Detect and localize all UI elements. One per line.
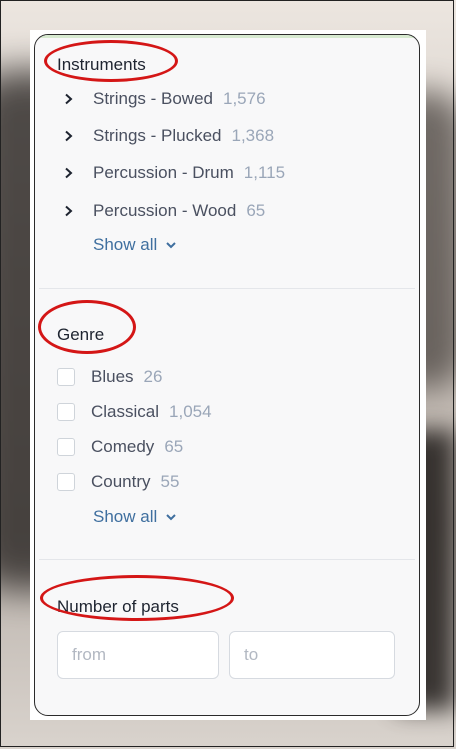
instrument-count: 1,576 [223, 89, 266, 108]
genre-item-comedy[interactable]: Comedy 65 [57, 435, 183, 459]
instrument-item-percussion-wood[interactable]: Percussion - Wood 65 [63, 199, 265, 223]
instrument-item-strings-plucked[interactable]: Strings - Plucked 1,368 [63, 124, 274, 148]
genre-count: 1,054 [169, 402, 212, 421]
chevron-right-icon [65, 205, 73, 217]
instrument-label: Strings - Plucked [93, 126, 222, 145]
genre-item-country[interactable]: Country 55 [57, 470, 179, 494]
genre-item-classical[interactable]: Classical 1,054 [57, 400, 212, 424]
chevron-down-icon [166, 514, 176, 521]
genre-count: 65 [164, 437, 184, 456]
instrument-item-percussion-drum[interactable]: Percussion - Drum 1,115 [63, 161, 285, 185]
section-divider [39, 288, 415, 289]
genre-label: Classical [91, 402, 160, 421]
genre-checkbox[interactable] [57, 403, 75, 421]
genre-count: 26 [143, 367, 163, 386]
instrument-item-strings-bowed[interactable]: Strings - Bowed 1,576 [63, 87, 266, 111]
instrument-count: 1,368 [231, 126, 275, 145]
instruments-title: Instruments [57, 55, 146, 74]
filter-card: Instruments Strings - Bowed 1,576 String… [34, 34, 420, 716]
parts-from-input[interactable] [57, 631, 219, 679]
genre-title: Genre [57, 325, 105, 344]
genre-label: Comedy [91, 437, 155, 456]
parts-to-input[interactable] [229, 631, 395, 679]
chevron-right-icon [65, 93, 73, 105]
top-strip [35, 35, 419, 38]
genre-checkbox[interactable] [57, 473, 75, 491]
instrument-label: Strings - Bowed [93, 89, 213, 108]
instruments-show-all-button[interactable]: Show all [93, 235, 177, 255]
genre-item-blues[interactable]: Blues 26 [57, 365, 162, 389]
number-of-parts-title: Number of parts [57, 597, 179, 616]
chevron-right-icon [65, 167, 73, 179]
genre-count: 55 [160, 472, 180, 491]
chevron-right-icon [65, 130, 73, 142]
genre-label: Country [91, 472, 151, 491]
show-all-label: Show all [93, 235, 158, 254]
genre-label: Blues [91, 367, 134, 386]
genre-checkbox[interactable] [57, 368, 75, 386]
filter-panel: Instruments Strings - Bowed 1,576 String… [30, 30, 426, 720]
instrument-label: Percussion - Drum [93, 163, 234, 182]
section-divider [39, 559, 415, 560]
genre-show-all-button[interactable]: Show all [93, 507, 177, 527]
show-all-label: Show all [93, 507, 158, 526]
chevron-down-icon [166, 242, 176, 249]
instrument-count: 1,115 [243, 163, 286, 182]
genre-checkbox[interactable] [57, 438, 75, 456]
instrument-label: Percussion - Wood [93, 201, 237, 220]
instrument-count: 65 [246, 201, 266, 220]
